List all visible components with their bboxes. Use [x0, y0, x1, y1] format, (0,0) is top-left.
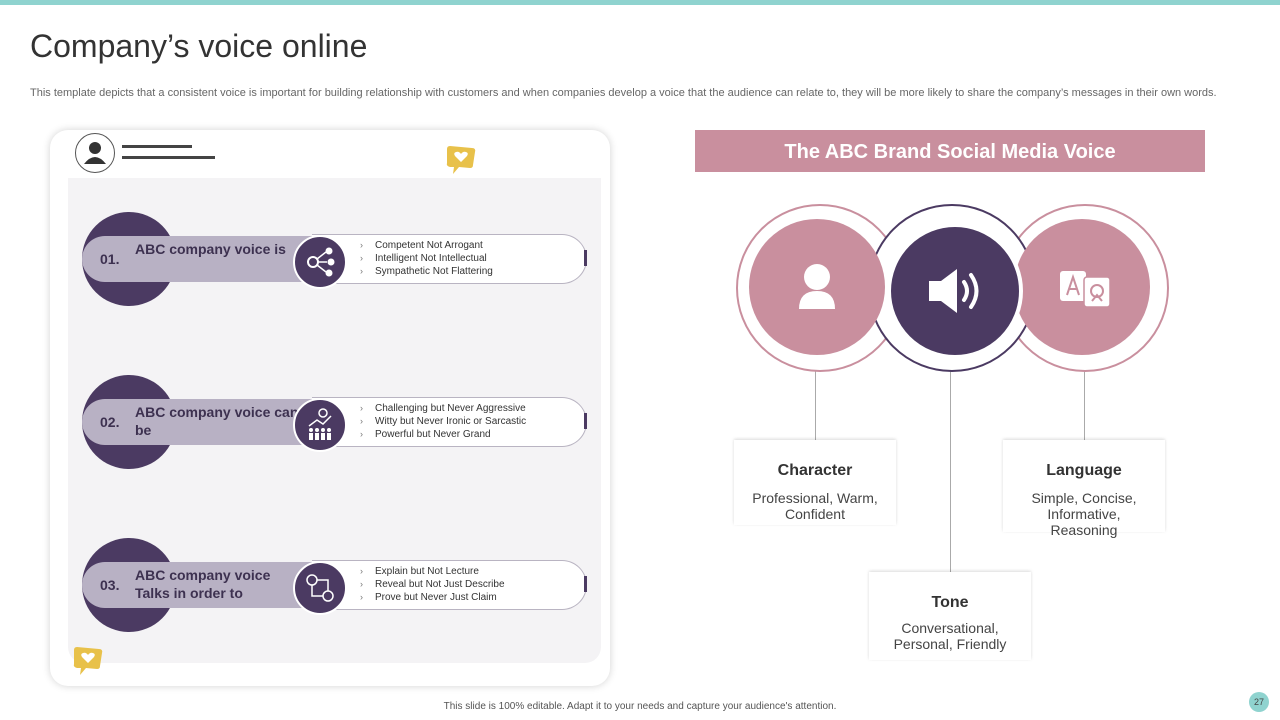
- row-end-tick: [584, 576, 587, 592]
- row-end-tick: [584, 250, 587, 266]
- heart-chat-icon: [444, 145, 478, 174]
- row-number: 01.: [100, 251, 120, 267]
- people-network-icon: [293, 235, 347, 289]
- user-avatar-icon: [75, 133, 115, 173]
- row-end-tick: [584, 413, 587, 429]
- row-bullet-list: Explain but Not Lecture Reveal but Not J…: [360, 565, 505, 604]
- footer-note: This slide is 100% editable. Adapt it to…: [443, 701, 837, 712]
- row-label: ABC company voice can be: [135, 404, 299, 438]
- page-number-badge: 27: [1249, 692, 1269, 712]
- list-item: Powerful but Never Grand: [360, 428, 526, 441]
- list-item: Witty but Never Ironic or Sarcastic: [360, 415, 526, 428]
- list-item: Intelligent Not Intellectual: [360, 252, 493, 265]
- page-title: Company’s voice online: [30, 28, 368, 64]
- growth-team-icon: [293, 398, 347, 452]
- brand-voice-banner: The ABC Brand Social Media Voice: [695, 130, 1205, 172]
- speaker-icon: [887, 223, 1023, 359]
- heart-chat-icon: [71, 646, 105, 675]
- person-icon: [749, 219, 885, 355]
- page-description: This template depicts that a consistent …: [30, 87, 1217, 99]
- language-title: Language: [1046, 462, 1122, 479]
- voice-row-3: 03. ABC company voice Talks in order to …: [82, 538, 592, 634]
- row-bullet-list: Competent Not Arrogant Intelligent Not I…: [360, 239, 493, 278]
- placeholder-line: [122, 156, 215, 159]
- list-item: Competent Not Arrogant: [360, 239, 493, 252]
- row-number: 02.: [100, 414, 120, 430]
- placeholder-line: [122, 145, 192, 148]
- list-item: Sympathetic Not Flattering: [360, 265, 493, 278]
- row-label: ABC company voice Talks in order to: [135, 567, 271, 601]
- connector-line: [950, 370, 951, 572]
- row-label: ABC company voice is: [135, 241, 286, 257]
- connector-line: [815, 370, 816, 440]
- tone-box: Tone Conversational, Personal, Friendly: [869, 572, 1031, 660]
- top-accent-bar: [0, 0, 1280, 5]
- communication-flow-icon: [293, 561, 347, 615]
- list-item: Challenging but Never Aggressive: [360, 402, 526, 415]
- language-text: Simple, Concise, Informative, Reasoning: [1031, 490, 1137, 538]
- tone-title: Tone: [931, 594, 969, 611]
- voice-row-1: 01. ABC company voice is Competent Not A…: [82, 212, 592, 308]
- character-text: Professional, Warm, Confident: [752, 490, 878, 522]
- tone-text: Conversational, Personal, Friendly: [893, 620, 1007, 652]
- language-box: Language Simple, Concise, Informative, R…: [1003, 440, 1165, 538]
- list-item: Reveal but Not Just Describe: [360, 578, 505, 591]
- row-bullet-list: Challenging but Never Aggressive Witty b…: [360, 402, 526, 441]
- voice-row-2: 02. ABC company voice can be Challenging…: [82, 375, 592, 471]
- list-item: Explain but Not Lecture: [360, 565, 505, 578]
- character-title: Character: [777, 462, 853, 479]
- list-item: Prove but Never Just Claim: [360, 591, 505, 604]
- translate-icon: [1014, 219, 1150, 355]
- connector-line: [1084, 370, 1085, 440]
- character-box: Character Professional, Warm, Confident: [734, 440, 896, 525]
- row-number: 03.: [100, 577, 120, 593]
